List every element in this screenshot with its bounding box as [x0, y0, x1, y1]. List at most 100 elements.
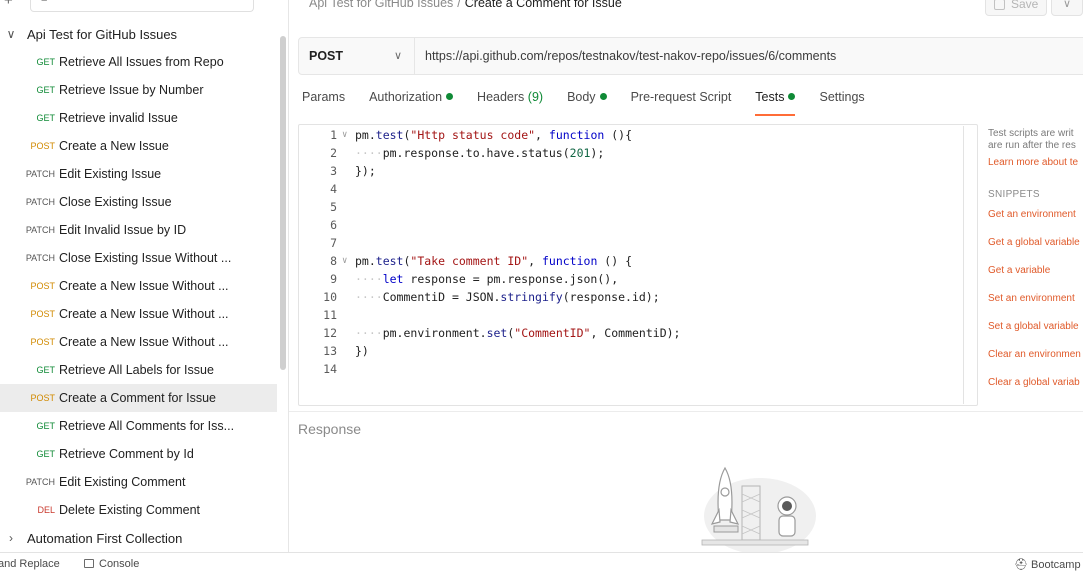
console-button[interactable]: Console [84, 558, 139, 570]
sidebar-scrollbar[interactable] [280, 36, 286, 370]
snippet-link[interactable]: Clear a global variab [988, 377, 1080, 388]
request-item[interactable]: PATCH Edit Invalid Issue by ID [0, 216, 277, 244]
learn-more-link[interactable]: Learn more about te [988, 157, 1078, 168]
request-item[interactable]: GET Retrieve invalid Issue [0, 104, 277, 132]
editor-scrollbar[interactable] [963, 126, 964, 404]
code-line[interactable]: 6 [299, 216, 964, 234]
sidebar: + ≡ ··· ∨ Api Test for GitHub Issues GET Re… [0, 0, 289, 552]
test-script-editor[interactable]: 1 ∨ pm.test("Http status code", function (… [298, 124, 978, 406]
method-badge: DEL [37, 505, 55, 515]
code-line[interactable]: 2 ····pm.response.to.have.status(201); [299, 144, 964, 162]
rocket-astronaut-illustration [701, 466, 816, 552]
method-badge: GET [36, 85, 55, 95]
snippet-link[interactable]: Set an environment [988, 293, 1075, 304]
collection-item[interactable]: › Automation First Collection [0, 524, 277, 552]
status-dot-icon [788, 93, 796, 100]
method-badge: PATCH [25, 253, 55, 263]
line-number: 10 [323, 290, 337, 304]
save-button[interactable]: Save [985, 0, 1047, 16]
request-name: Delete Existing Comment [59, 503, 201, 517]
code-line[interactable]: 14 [299, 360, 964, 378]
save-icon [994, 0, 1005, 10]
request-item[interactable]: GET Retrieve Issue by Number [0, 76, 277, 104]
fold-chevron-icon[interactable]: ∨ [342, 126, 347, 144]
code-line[interactable]: 3}); [299, 162, 964, 180]
tab-pre-request-script[interactable]: Pre-request Script [631, 90, 732, 116]
request-name: Retrieve All Issues from Repo [59, 55, 224, 69]
tab-settings[interactable]: Settings [819, 90, 864, 116]
method-select[interactable]: POST ∨ [299, 38, 415, 74]
status-bar: and Replace Console ⛑ Bootcamp [0, 552, 1083, 572]
request-name: Edit Existing Issue [59, 167, 162, 181]
fold-chevron-icon[interactable]: ∨ [342, 252, 347, 270]
request-item[interactable]: GET Retrieve All Issues from Repo [0, 48, 277, 76]
method-value: POST [309, 49, 344, 63]
line-number: 14 [323, 362, 337, 376]
method-badge: POST [30, 141, 55, 151]
snippet-link[interactable]: Set a global variable [988, 321, 1079, 332]
filter-input[interactable]: ≡ [30, 0, 254, 12]
request-item[interactable]: PATCH Close Existing Issue Without ... [0, 244, 277, 272]
request-item[interactable]: GET Retrieve All Labels for Issue [0, 356, 277, 384]
request-name: Retrieve All Labels for Issue [59, 363, 214, 377]
chevron-down-icon: ∨ [1062, 0, 1072, 10]
code-line[interactable]: 12 ····pm.environment.set("CommentID", Co… [299, 324, 964, 342]
save-dropdown-button[interactable]: ∨ [1051, 0, 1083, 16]
snippet-link[interactable]: Clear an environmen [988, 349, 1081, 360]
tab-tests[interactable]: Tests [755, 90, 796, 116]
snippets-description: Test scripts are writ are run after the … [988, 128, 1076, 151]
code-line[interactable]: 8 ∨ pm.test("Take comment ID", function ()… [299, 252, 964, 270]
method-badge: GET [36, 113, 55, 123]
request-item[interactable]: GET Retrieve All Comments for Iss... [0, 412, 277, 440]
response-title: Response [298, 421, 362, 437]
request-name: Retrieve Comment by Id [59, 447, 194, 461]
code-line[interactable]: 7 [299, 234, 964, 252]
code-line[interactable]: 13}) [299, 342, 964, 360]
code-line[interactable]: 5 [299, 198, 964, 216]
snippet-link[interactable]: Get an environment [988, 209, 1076, 220]
sidebar-toolbar: + ≡ ··· [0, 0, 289, 14]
url-input[interactable]: https://api.github.com/repos/testnakov/t… [425, 49, 836, 63]
request-item[interactable]: POST Create a Comment for Issue [0, 384, 277, 412]
chevron-right-icon[interactable]: › [5, 531, 17, 545]
request-item[interactable]: DEL Delete Existing Comment [0, 496, 277, 524]
breadcrumb-collection[interactable]: Api Test for GitHub Issues [309, 0, 453, 10]
response-divider[interactable] [289, 411, 1083, 412]
find-replace-button[interactable]: and Replace [0, 558, 60, 570]
request-item[interactable]: PATCH Close Existing Issue [0, 188, 277, 216]
code-line[interactable]: 11 [299, 306, 964, 324]
request-item[interactable]: PATCH Edit Existing Comment [0, 468, 277, 496]
collection-item[interactable]: ∨ Api Test for GitHub Issues [0, 20, 277, 48]
request-item[interactable]: POST Create a New Issue Without ... [0, 300, 277, 328]
more-options-icon[interactable]: ··· [262, 0, 277, 5]
code-line[interactable]: 4 [299, 180, 964, 198]
tab-authorization[interactable]: Authorization [369, 90, 454, 116]
code-line[interactable]: 10 ····CommentiD = JSON.stringify(respons… [299, 288, 964, 306]
snippet-link[interactable]: Get a global variable [988, 237, 1080, 248]
bootcamp-button[interactable]: ⛑ Bootcamp [1014, 558, 1081, 571]
code-text: pm.test("Http status code", function (){ [355, 128, 632, 142]
snippet-link[interactable]: Get a variable [988, 265, 1050, 276]
code-text: ····pm.environment.set("CommentID", Comm… [355, 326, 681, 340]
breadcrumb-request-name[interactable]: Create a Comment for Issue [465, 0, 622, 10]
request-name: Edit Existing Comment [59, 475, 186, 489]
request-item[interactable]: PATCH Edit Existing Issue [0, 160, 277, 188]
request-item[interactable]: POST Create a New Issue Without ... [0, 328, 277, 356]
tab-headers[interactable]: Headers (9) [477, 90, 543, 116]
request-item[interactable]: POST Create a New Issue Without ... [0, 272, 277, 300]
chevron-down-icon[interactable]: ∨ [5, 27, 17, 41]
tab-params[interactable]: Params [302, 90, 345, 116]
request-item[interactable]: POST Create a New Issue [0, 132, 277, 160]
collection-name: Api Test for GitHub Issues [27, 26, 178, 42]
method-badge: PATCH [25, 225, 55, 235]
line-number: 13 [323, 344, 337, 358]
tab-body[interactable]: Body [567, 90, 607, 116]
add-icon[interactable]: + [4, 0, 13, 9]
line-number: 8 [330, 254, 337, 268]
line-number: 7 [330, 236, 337, 250]
request-item[interactable]: GET Retrieve Comment by Id [0, 440, 277, 468]
code-line[interactable]: 1 ∨ pm.test("Http status code", function (… [299, 126, 964, 144]
code-text: pm.test("Take comment ID", function () { [355, 254, 632, 268]
filter-icon: ≡ [41, 0, 47, 5]
code-line[interactable]: 9 ····let response = pm.response.json(), [299, 270, 964, 288]
